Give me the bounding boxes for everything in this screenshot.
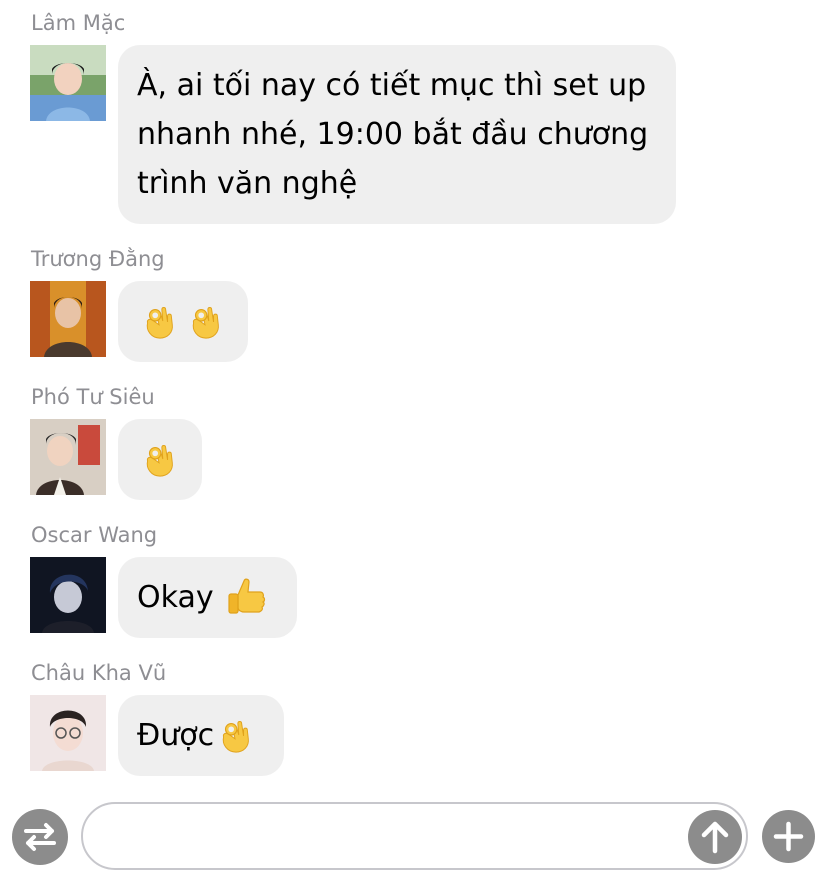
message-line: nhanh nhé, 19:00 bắt đầu chương (137, 117, 649, 152)
avatar[interactable] (30, 557, 106, 633)
thumbs-up-emoji (224, 575, 268, 619)
ok-hand-emoji (216, 716, 254, 754)
ok-hand-emoji (186, 302, 224, 340)
swap-arrows-icon (24, 823, 56, 851)
message-bubble[interactable]: À, ai tối nay có tiết mục thì set up nha… (118, 45, 676, 224)
sender-name: Phó Tư Siêu (31, 385, 155, 409)
avatar[interactable] (30, 45, 106, 121)
plus-icon (773, 821, 804, 852)
ok-hand-emoji (140, 440, 178, 478)
send-button[interactable] (688, 810, 742, 864)
message-text: Được (137, 717, 215, 753)
message-bubble[interactable]: Okay (118, 557, 297, 638)
sender-name: Trương Đằng (31, 247, 165, 271)
sender-name: Lâm Mặc (31, 11, 126, 35)
message-bubble[interactable] (118, 419, 202, 500)
sender-name: Oscar Wang (31, 523, 158, 547)
add-button[interactable] (762, 810, 815, 863)
avatar[interactable] (30, 695, 106, 771)
swap-input-button[interactable] (12, 809, 68, 865)
message-bubble[interactable] (118, 281, 248, 362)
message-line: À, ai tối nay có tiết mục thì set up (137, 68, 647, 103)
message-text: Okay (137, 579, 214, 615)
message-input[interactable] (81, 802, 748, 870)
sender-name: Châu Kha Vũ (31, 661, 167, 685)
ok-hand-emoji (140, 302, 178, 340)
message-line: trình văn nghệ (137, 166, 358, 201)
message-bubble[interactable]: Được (118, 695, 284, 776)
arrow-up-icon (701, 821, 729, 854)
avatar[interactable] (30, 281, 106, 357)
avatar[interactable] (30, 419, 106, 495)
